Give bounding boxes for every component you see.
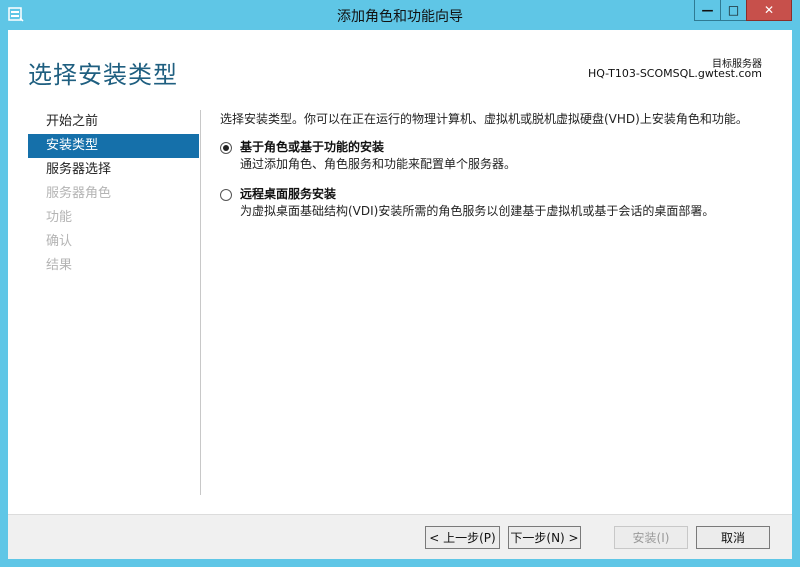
- title-bar[interactable]: 添加角色和功能向导 — □ ✕: [0, 0, 800, 30]
- nav-divider: [200, 110, 201, 495]
- close-button[interactable]: ✕: [746, 0, 792, 21]
- close-icon: ✕: [763, 3, 775, 17]
- nav-item-confirmation: 确认: [46, 234, 73, 249]
- nav-item-features: 功能: [46, 210, 73, 225]
- minimize-icon: —: [701, 3, 714, 17]
- option-title: 基于角色或基于功能的安装: [240, 140, 385, 154]
- option-description: 为虚拟桌面基础结构(VDI)安装所需的角色服务以创建基于虚拟机或基于会话的桌面部…: [240, 204, 715, 218]
- nav-item-results: 结果: [46, 258, 73, 273]
- next-button[interactable]: 下一步(N) >: [508, 526, 581, 549]
- cancel-button[interactable]: 取消: [696, 526, 770, 549]
- option-role-based[interactable]: 基于角色或基于功能的安装 通过添加角色、角色服务和功能来配置单个服务器。: [220, 139, 780, 172]
- nav-item-server-selection[interactable]: 服务器选择: [28, 158, 199, 182]
- nav-item-server-roles: 服务器角色: [46, 186, 112, 201]
- wizard-steps-nav: 开始之前 安装类型 服务器选择 服务器角色 功能 确认 结果: [28, 110, 199, 278]
- page-title: 选择安装类型: [28, 61, 178, 89]
- maximize-button[interactable]: □: [720, 0, 747, 21]
- option-remote-desktop[interactable]: 远程桌面服务安装 为虚拟桌面基础结构(VDI)安装所需的角色服务以创建基于虚拟机…: [220, 186, 780, 219]
- wizard-window: 添加角色和功能向导 — □ ✕ 选择安装类型 目标服务器 HQ-T103-SCO…: [0, 0, 800, 567]
- wizard-client-area: 选择安装类型 目标服务器 HQ-T103-SCOMSQL.gwtest.com …: [8, 30, 792, 559]
- install-button: 安装(I): [614, 526, 688, 549]
- wizard-footer: < 上一步(P) 下一步(N) > 安装(I) 取消: [8, 514, 792, 559]
- radio-role-based[interactable]: [220, 142, 232, 154]
- intro-text: 选择安装类型。你可以在正在运行的物理计算机、虚拟机或脱机虚拟硬盘(VHD)上安装…: [220, 112, 748, 126]
- radio-remote-desktop[interactable]: [220, 189, 232, 201]
- window-title: 添加角色和功能向导: [337, 9, 463, 25]
- nav-item-before-you-begin[interactable]: 开始之前: [28, 110, 199, 134]
- destination-server-value: HQ-T103-SCOMSQL.gwtest.com: [587, 67, 762, 80]
- nav-item-installation-type[interactable]: 安装类型: [28, 134, 199, 158]
- main-content: 选择安装类型。你可以在正在运行的物理计算机、虚拟机或脱机虚拟硬盘(VHD)上安装…: [220, 110, 780, 233]
- minimize-button[interactable]: —: [694, 0, 721, 21]
- option-title: 远程桌面服务安装: [240, 187, 337, 201]
- option-description: 通过添加角色、角色服务和功能来配置单个服务器。: [240, 157, 517, 171]
- previous-button[interactable]: < 上一步(P): [425, 526, 500, 549]
- maximize-icon: □: [727, 3, 740, 17]
